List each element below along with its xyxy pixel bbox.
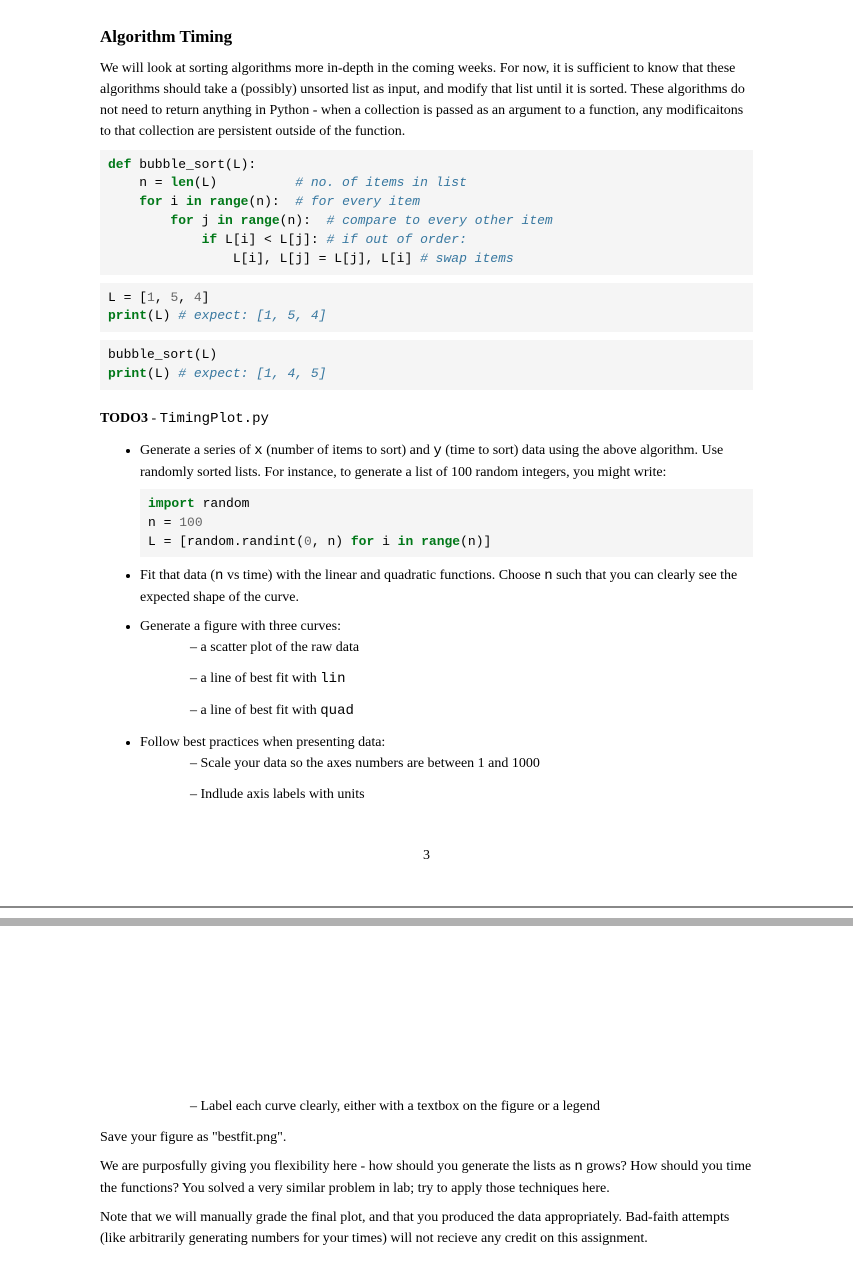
curve-scatter: a scatter plot of the raw data — [190, 637, 753, 658]
section-heading: Algorithm Timing — [100, 24, 753, 50]
save-figure-instruction: Save your figure as "bestfit.png". — [100, 1127, 753, 1148]
bullet-generate-data: Generate a series of x (number of items … — [140, 440, 753, 558]
curve-quad: a line of best fit with quad — [190, 700, 753, 722]
bullet-best-practices: Follow best practices when presenting da… — [140, 732, 753, 805]
todo-header: TODO3 - TimingPlot.py — [100, 408, 753, 430]
practice-scale: Scale your data so the axes numbers are … — [190, 753, 753, 774]
divider-line-thick — [0, 918, 853, 926]
bullet-generate-figure: Generate a figure with three curves: a s… — [140, 616, 753, 722]
bullet-fit-data: Fit that data (n vs time) with the linea… — [140, 565, 753, 608]
practice-labels: Indlude axis labels with units — [190, 784, 753, 805]
flexibility-note: We are purposfully giving you flexibilit… — [100, 1156, 753, 1199]
page-2: Label each curve clearly, either with a … — [0, 926, 853, 1277]
intro-paragraph: We will look at sorting algorithms more … — [100, 58, 753, 142]
grading-note: Note that we will manually grade the fin… — [100, 1207, 753, 1249]
page-number: 3 — [100, 845, 753, 866]
page-divider — [0, 906, 853, 926]
code-block-example-2: bubble_sort(L) print(L) # expect: [1, 4,… — [100, 340, 753, 390]
page-1: Algorithm Timing We will look at sorting… — [0, 0, 853, 906]
curve-list: a scatter plot of the raw data a line of… — [140, 637, 753, 722]
curve-lin: a line of best fit with lin — [190, 668, 753, 690]
todo-list: Generate a series of x (number of items … — [100, 440, 753, 806]
code-block-random: import random n = 100 L = [random.randin… — [140, 489, 753, 558]
code-block-example-1: L = [1, 5, 4] print(L) # expect: [1, 5, … — [100, 283, 753, 333]
code-block-bubble-sort: def bubble_sort(L): n = len(L) # no. of … — [100, 150, 753, 275]
best-practices-list: Scale your data so the axes numbers are … — [140, 753, 753, 805]
practice-label-curves: Label each curve clearly, either with a … — [190, 1096, 753, 1117]
best-practices-list-cont: Label each curve clearly, either with a … — [100, 1096, 753, 1117]
